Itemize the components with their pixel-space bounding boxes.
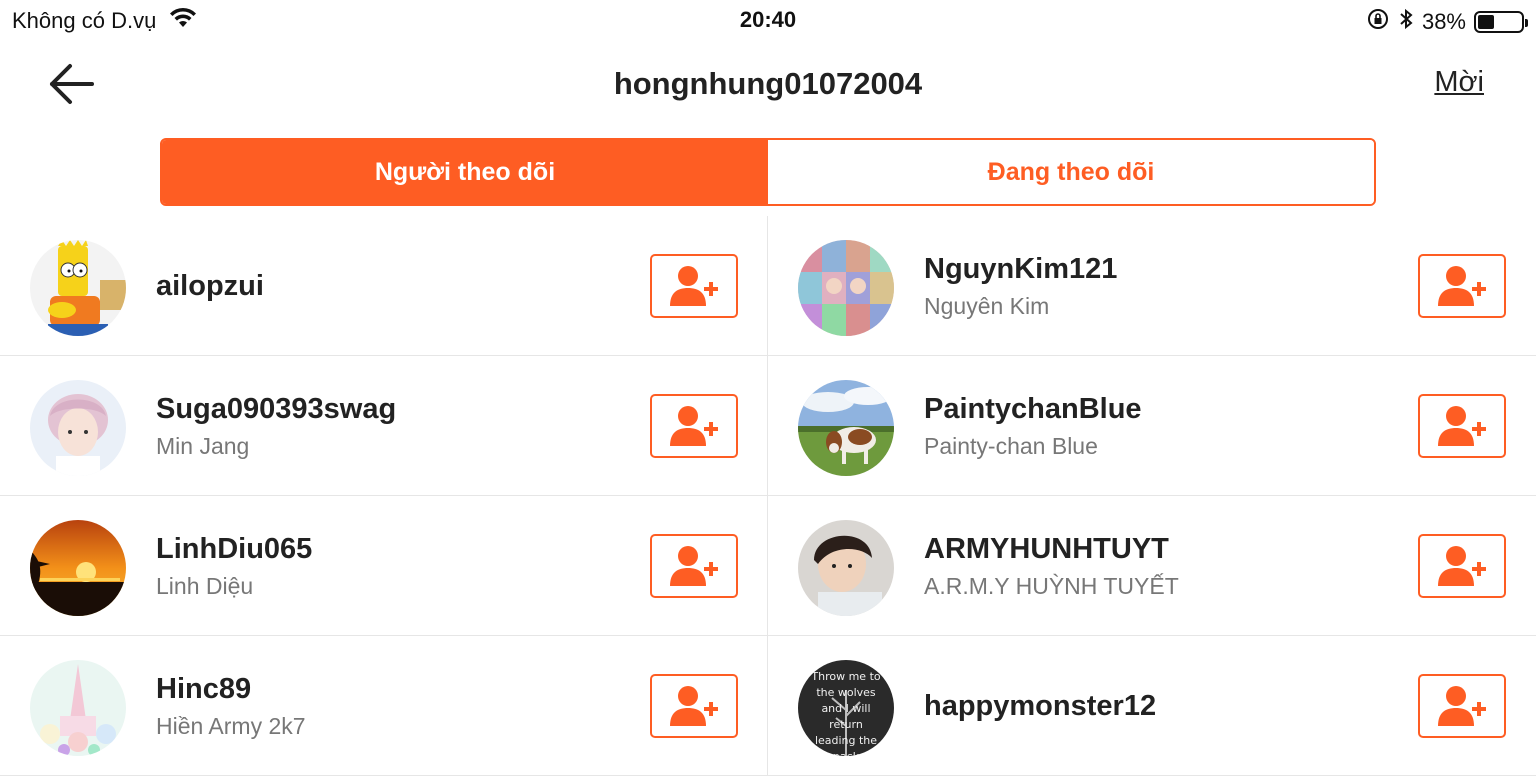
avatar-quote-text: Throw me to the wolves and I will return lea… [810, 670, 880, 756]
battery-percent: 38% [1421, 9, 1466, 34]
follow-button[interactable] [650, 394, 738, 458]
invite-link[interactable]: Mời [1434, 66, 1484, 99]
username: happymonster12 [924, 690, 1157, 722]
add-user-icon [670, 266, 718, 306]
avatar[interactable] [798, 240, 894, 336]
list-item[interactable]: Hinc89 Hiền Army 2k7 [0, 636, 768, 776]
username: PaintychanBlue [924, 393, 1142, 425]
list-item[interactable]: ailopzui [0, 216, 768, 356]
avatar[interactable]: Throw me to the wolves and I will return lea… [798, 660, 894, 756]
list-item[interactable]: ARMYHUNHTUYT A.R.M.Y HUỲNH TUYẾT [768, 496, 1536, 636]
display-name: Min Jang [156, 433, 250, 459]
add-user-icon [670, 406, 718, 446]
add-user-icon [670, 546, 718, 586]
user-list: ailopzui NguynKim121 Nguyên Kim Suga0903… [0, 216, 1536, 783]
username: ailopzui [156, 270, 264, 302]
status-time: 20:40 [739, 7, 797, 32]
follow-button[interactable] [1418, 394, 1506, 458]
tab-bar: Người theo dõi Đang theo dõi [160, 138, 1376, 206]
page-title: hongnhung01072004 [613, 66, 923, 101]
list-item[interactable]: Suga090393swag Min Jang [0, 356, 768, 496]
avatar[interactable] [30, 520, 126, 616]
battery-icon [1474, 11, 1528, 33]
list-item[interactable]: Throw me to the wolves and I will return lea… [768, 636, 1536, 776]
follow-button[interactable] [650, 674, 738, 738]
avatar[interactable] [798, 520, 894, 616]
username: Hinc89 [156, 673, 252, 705]
display-name: Linh Diệu [156, 573, 254, 599]
add-user-icon [1438, 686, 1486, 726]
avatar[interactable] [30, 380, 126, 476]
follow-button[interactable] [650, 534, 738, 598]
header: hongnhung01072004 Mời [0, 48, 1536, 120]
follow-button[interactable] [1418, 254, 1506, 318]
username: LinhDiu065 [156, 533, 313, 565]
status-bar: Không có D.vụ 20:40 38% [0, 0, 1536, 40]
username: ARMYHUNHTUYT [924, 533, 1169, 565]
username: NguynKim121 [924, 253, 1118, 285]
follow-button[interactable] [650, 254, 738, 318]
display-name: Hiền Army 2k7 [156, 713, 306, 739]
display-name: A.R.M.Y HUỲNH TUYẾT [924, 573, 1179, 599]
orientation-lock-icon [1366, 7, 1390, 37]
tab-following[interactable]: Đang theo dõi [768, 140, 1374, 204]
follow-button[interactable] [1418, 534, 1506, 598]
avatar[interactable] [30, 660, 126, 756]
follow-button[interactable] [1418, 674, 1506, 738]
list-item[interactable]: NguynKim121 Nguyên Kim [768, 216, 1536, 356]
avatar[interactable] [30, 240, 126, 336]
add-user-icon [1438, 546, 1486, 586]
tab-followers[interactable]: Người theo dõi [162, 140, 768, 204]
add-user-icon [1438, 266, 1486, 306]
list-item[interactable]: LinhDiu065 Linh Diệu [0, 496, 768, 636]
battery-level [1478, 15, 1494, 29]
username: Suga090393swag [156, 393, 397, 425]
avatar[interactable] [798, 380, 894, 476]
list-item[interactable]: PaintychanBlue Painty-chan Blue [768, 356, 1536, 496]
bluetooth-icon [1398, 7, 1414, 37]
display-name: Painty-chan Blue [924, 433, 1098, 459]
add-user-icon [670, 686, 718, 726]
display-name: Nguyên Kim [924, 293, 1050, 319]
add-user-icon [1438, 406, 1486, 446]
